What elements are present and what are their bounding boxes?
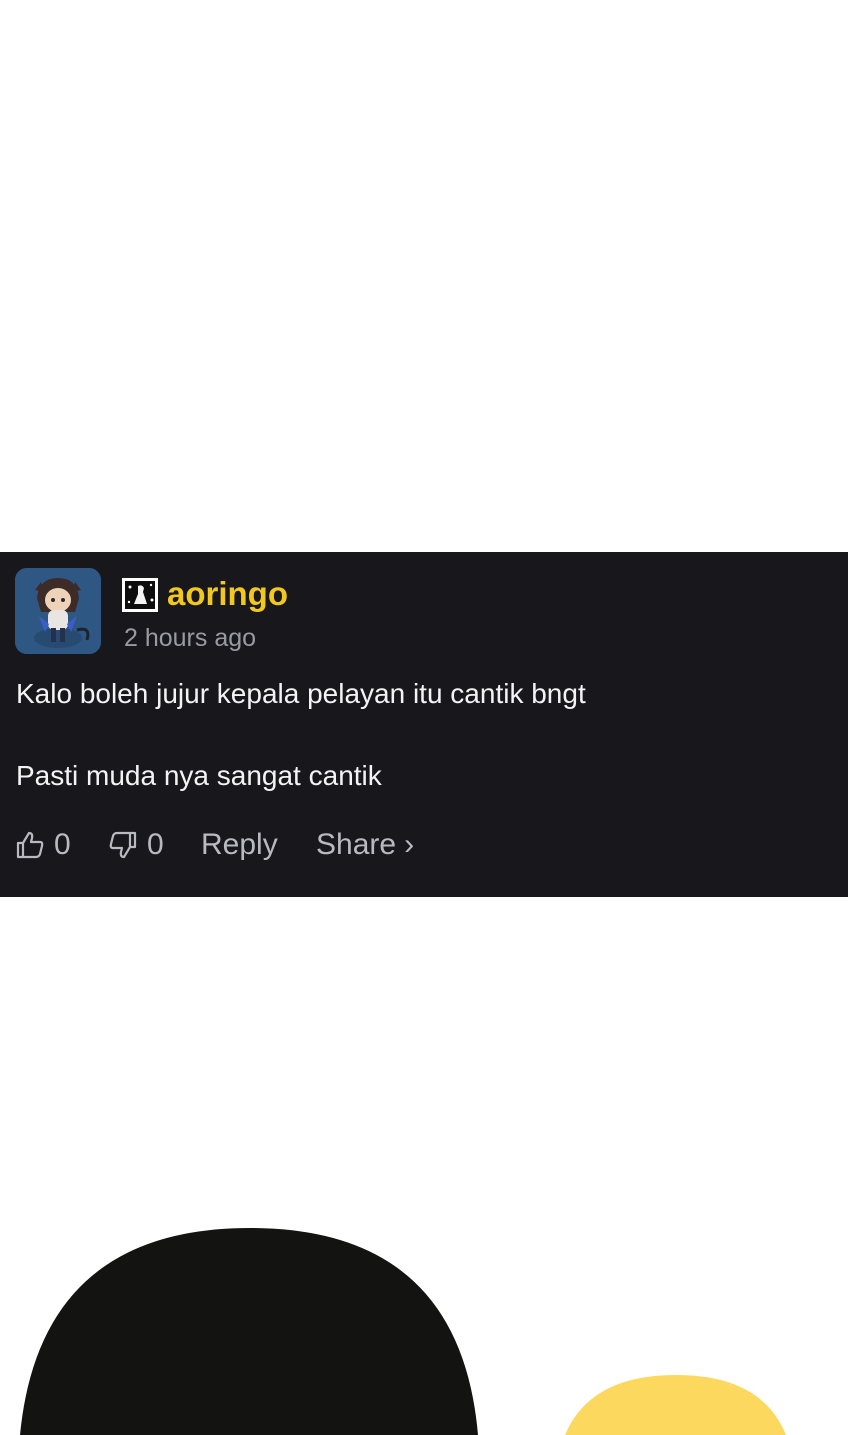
decorative-shapes <box>20 1228 786 1435</box>
thumbs-up-icon <box>14 829 46 861</box>
like-button[interactable]: 0 <box>14 824 71 866</box>
comment-card: aoringo 2 hours ago Kalo boleh jujur kep… <box>0 552 848 897</box>
reply-button[interactable]: Reply <box>201 824 278 866</box>
chevron-right-icon: › <box>404 828 415 861</box>
username-link[interactable]: aoringo <box>167 574 288 614</box>
dislike-count: 0 <box>147 828 164 861</box>
comment-body-line: Pasti muda nya sangat cantik <box>16 760 382 791</box>
avatar[interactable] <box>15 568 101 654</box>
share-label: Share <box>316 828 397 861</box>
dislike-button[interactable]: 0 <box>107 824 164 866</box>
black-blob-shape <box>20 1228 478 1435</box>
comment-timestamp: 2 hours ago <box>124 624 257 652</box>
comment-body-line: Kalo boleh jujur kepala pelayan itu cant… <box>16 678 586 709</box>
comment-actions: 0 0 Reply Share › <box>14 824 634 866</box>
like-count: 0 <box>54 828 71 861</box>
yellow-blob-shape <box>565 1375 786 1435</box>
user-badge-icon <box>122 578 158 612</box>
share-button[interactable]: Share › <box>316 824 414 866</box>
thumbs-down-icon <box>107 829 139 861</box>
avatar-image <box>15 568 101 654</box>
